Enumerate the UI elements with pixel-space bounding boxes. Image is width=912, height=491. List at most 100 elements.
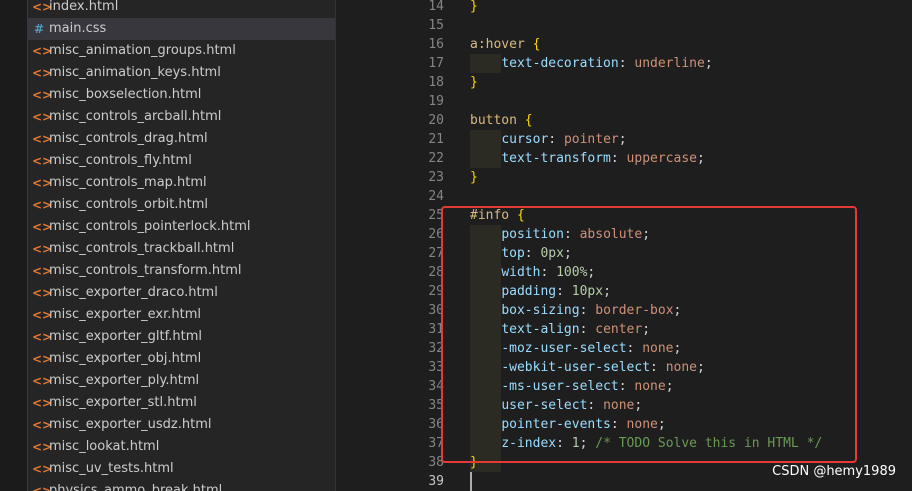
file-name: misc_exporter_exr.html [49,307,202,322]
html-file-icon: <> [32,330,53,344]
line-number: 14 [428,0,444,14]
file-explorer: <> index.html # main.css <> misc_animation_gr… [27,0,335,491]
file-item[interactable]: <> misc_boxselection.html [27,84,335,106]
line-number: 35 [428,398,444,413]
file-item[interactable]: <> misc_exporter_draco.html [27,282,335,304]
html-file-icon: <> [32,110,53,124]
line-number: 37 [428,436,444,451]
line-number: 33 [428,360,444,375]
file-name: misc_controls_map.html [49,175,207,190]
file-item[interactable]: <> index.html [27,0,335,18]
code-token: : [618,56,635,71]
code-line[interactable]: } [470,73,478,92]
html-file-icon: <> [32,0,53,14]
html-file-icon: <> [32,418,53,432]
html-file-icon: <> [32,374,53,388]
code-token: cursor [501,132,549,147]
html-file-icon: <> [32,132,53,146]
file-item[interactable]: <> misc_exporter_obj.html [27,348,335,370]
code-token: underline [634,56,705,71]
file-item[interactable]: <> misc_controls_pointerlock.html [27,216,335,238]
file-name: index.html [49,0,119,14]
line-number: 25 [428,208,444,223]
code-line[interactable]: a:hover { [470,35,540,54]
file-name: main.css [49,21,107,36]
file-item[interactable]: <> misc_controls_drag.html [27,128,335,150]
file-item[interactable]: <> misc_controls_trackball.html [27,238,335,260]
html-file-icon: <> [32,462,53,476]
line-number: 34 [428,379,444,394]
code-token: text-decoration [501,56,619,71]
code-token: { [532,37,541,52]
file-item[interactable]: <> misc_controls_fly.html [27,150,335,172]
line-number: 38 [428,455,444,470]
file-name: misc_exporter_obj.html [49,351,202,366]
file-name: misc_exporter_usdz.html [49,417,212,432]
watermark: CSDN @hemy1989 [772,464,896,479]
code-token: } [470,75,478,90]
file-name: misc_controls_arcball.html [49,109,222,124]
code-line[interactable]: text-decoration: underline; [470,54,713,73]
code-line[interactable]: button { [470,111,533,130]
red-annotation-box [441,206,857,463]
html-file-icon: <> [32,44,53,58]
html-file-icon: <> [32,440,53,454]
file-name: misc_boxselection.html [49,87,202,102]
file-name: misc_controls_trackball.html [49,241,235,256]
file-item[interactable]: <> misc_exporter_stl.html [27,392,335,414]
html-file-icon: <> [32,484,53,491]
html-file-icon: <> [32,88,53,102]
line-number: 28 [428,265,444,280]
code-line[interactable]: cursor: pointer; [470,130,626,149]
file-name: misc_exporter_gltf.html [49,329,202,344]
file-item[interactable]: <> misc_controls_arcball.html [27,106,335,128]
file-name: misc_exporter_draco.html [49,285,218,300]
file-name: misc_controls_transform.html [49,263,242,278]
code-token: } [470,0,478,14]
code-token: text-transform [501,151,611,166]
html-file-icon: <> [32,286,53,300]
file-item[interactable]: <> misc_exporter_exr.html [27,304,335,326]
html-file-icon: <> [32,264,53,278]
code-line[interactable]: text-transform: uppercase; [470,149,705,168]
file-item[interactable]: <> misc_controls_transform.html [27,260,335,282]
file-item[interactable]: <> misc_animation_groups.html [27,40,335,62]
html-file-icon: <> [32,396,53,410]
html-file-icon: <> [32,198,53,212]
code-token: button [470,113,517,128]
file-name: misc_animation_keys.html [49,65,221,80]
line-number: 21 [428,132,444,147]
line-number: 24 [428,189,444,204]
file-item[interactable]: <> misc_lookat.html [27,436,335,458]
file-item[interactable]: <> misc_exporter_usdz.html [27,414,335,436]
code-token: pointer [563,132,619,147]
html-file-icon: <> [32,176,53,190]
code-token: a:hover [470,37,525,52]
line-number: 23 [428,170,444,185]
file-item[interactable]: <> misc_exporter_gltf.html [27,326,335,348]
line-number: 22 [428,151,444,166]
file-name: misc_animation_groups.html [49,43,236,58]
code-token: : [548,132,564,147]
file-item[interactable]: <> misc_controls_orbit.html [27,194,335,216]
file-item[interactable]: <> misc_exporter_ply.html [27,370,335,392]
code-token: } [470,170,478,185]
code-token: : [610,151,627,166]
file-item[interactable]: # main.css [27,18,335,40]
line-number: 36 [428,417,444,432]
code-token: ; [697,151,705,166]
file-item[interactable]: <> physics_ammo_break.html [27,480,335,491]
html-file-icon: <> [32,308,53,322]
code-token: ; [704,56,713,71]
line-number: 19 [428,94,444,109]
file-item[interactable]: <> misc_uv_tests.html [27,458,335,480]
code-line[interactable]: } [470,0,478,16]
file-item[interactable]: <> misc_animation_keys.html [27,62,335,84]
file-item[interactable]: <> misc_controls_map.html [27,172,335,194]
code-line[interactable]: } [470,168,478,187]
file-name: misc_exporter_ply.html [49,373,200,388]
